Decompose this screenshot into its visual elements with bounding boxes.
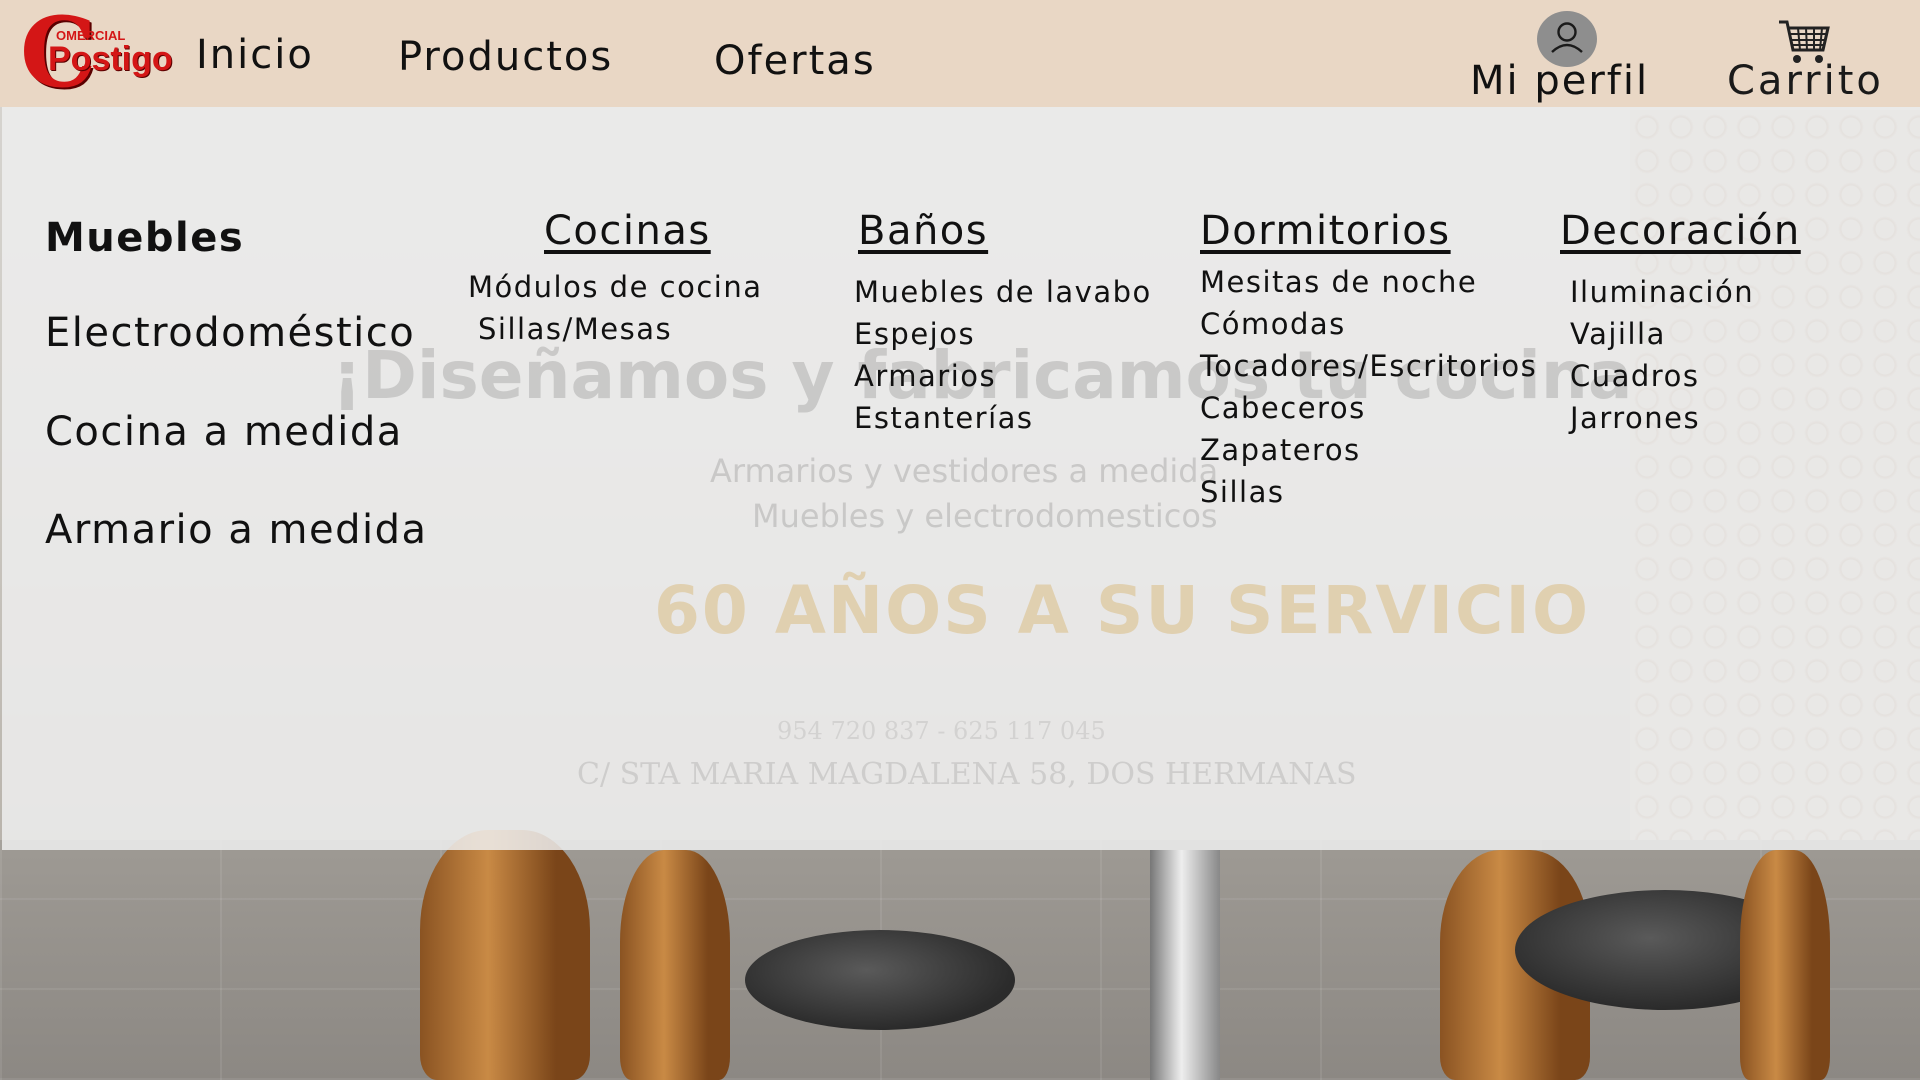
- menu-item[interactable]: Muebles de lavabo: [854, 275, 1152, 309]
- menu-item[interactable]: Sillas/Mesas: [478, 312, 672, 346]
- menu-item[interactable]: Espejos: [854, 317, 975, 351]
- menu-item[interactable]: Iluminación: [1570, 275, 1754, 309]
- cart-button[interactable]: Carrito: [1725, 8, 1885, 104]
- menu-item[interactable]: Tocadores/Escritorios: [1200, 349, 1537, 383]
- menu-category-electrodomestico[interactable]: Electrodoméstico: [45, 310, 415, 356]
- menu-category-armario-a-medida[interactable]: Armario a medida: [45, 507, 428, 553]
- nav-link-products[interactable]: Productos: [398, 34, 613, 80]
- menu-column-banos[interactable]: Baños: [858, 208, 988, 254]
- menu-category-cocina-a-medida[interactable]: Cocina a medida: [45, 409, 403, 455]
- brand-logo[interactable]: C OMERCIAL Postigo: [20, 5, 173, 101]
- menu-item[interactable]: Estanterías: [854, 401, 1034, 435]
- menu-item[interactable]: Vajilla: [1570, 317, 1666, 351]
- menu-item[interactable]: Cabeceros: [1200, 391, 1366, 425]
- profile-button[interactable]: Mi perfil: [1470, 8, 1660, 104]
- nav-link-home[interactable]: Inicio: [196, 32, 314, 78]
- menu-category-muebles[interactable]: Muebles: [45, 215, 244, 261]
- chair-seat-image: [745, 930, 1015, 1030]
- hero-address: C/ STA MARIA MAGDALENA 58, DOS HERMANAS: [577, 757, 1357, 792]
- menu-item[interactable]: Armarios: [854, 359, 996, 393]
- hero-phones: 954 720 837 - 625 117 045: [777, 717, 1106, 745]
- menu-item[interactable]: Cómodas: [1200, 307, 1346, 341]
- products-mega-menu: ¡Diseñamos y fabricamos tu cocina Armari…: [2, 107, 1920, 850]
- logo-name: Postigo: [48, 40, 173, 78]
- profile-label: Mi perfil: [1470, 58, 1650, 104]
- nav-link-offers[interactable]: Ofertas: [714, 38, 876, 84]
- chair-image: [620, 850, 730, 1080]
- menu-column-decoracion[interactable]: Decoración: [1560, 208, 1801, 254]
- chair-image: [420, 830, 590, 1080]
- menu-column-cocinas[interactable]: Cocinas: [544, 208, 711, 254]
- menu-item[interactable]: Sillas: [1200, 475, 1284, 509]
- menu-column-dormitorios[interactable]: Dormitorios: [1200, 208, 1451, 254]
- steel-pole-image: [1150, 850, 1220, 1080]
- top-navigation-bar: C OMERCIAL Postigo Inicio Productos Ofer…: [0, 0, 1920, 107]
- chair-image: [1740, 850, 1830, 1080]
- menu-item[interactable]: Zapateros: [1200, 433, 1361, 467]
- hero-years-banner: 60 AÑOS A SU SERVICIO: [654, 572, 1591, 649]
- hero-subtitle-1: Armarios y vestidores a medida: [710, 452, 1219, 490]
- menu-item[interactable]: Mesitas de noche: [1200, 265, 1477, 299]
- menu-item[interactable]: Cuadros: [1570, 359, 1699, 393]
- menu-item[interactable]: Jarrones: [1570, 401, 1700, 435]
- cart-label: Carrito: [1727, 58, 1884, 104]
- menu-item[interactable]: Módulos de cocina: [468, 270, 763, 304]
- hero-subtitle-2: Muebles y electrodomesticos: [752, 497, 1218, 535]
